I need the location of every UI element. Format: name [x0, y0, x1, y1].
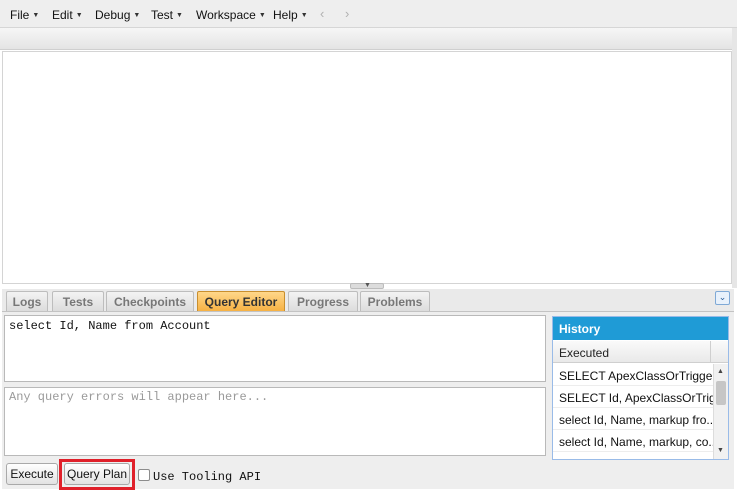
caret-down-icon: ▼ [32, 11, 40, 19]
toolbar [0, 28, 737, 50]
editor-workspace[interactable] [2, 51, 732, 284]
history-row[interactable]: select Id from ApexLog... [553, 452, 713, 459]
tab-checkpoints[interactable]: Checkpoints [106, 291, 194, 311]
tooling-api-checkbox[interactable] [138, 469, 150, 481]
collapse-panel-icon[interactable]: ⌄ [715, 291, 730, 305]
menu-debug[interactable]: Debug ▼ [95, 7, 140, 23]
query-input[interactable]: select Id, Name from Account [4, 315, 546, 382]
column-separator [710, 341, 711, 363]
query-plan-highlight [59, 459, 135, 490]
scroll-up-icon[interactable]: ▲ [717, 368, 724, 375]
history-column-header[interactable]: Executed [553, 341, 728, 363]
tab-query-editor[interactable]: Query Editor [197, 291, 285, 311]
caret-down-icon: ▼ [258, 11, 266, 19]
window-scroll-strip [732, 28, 737, 288]
menu-test[interactable]: Test ▼ [151, 7, 183, 23]
scroll-down-icon[interactable]: ▼ [717, 447, 724, 454]
caret-down-icon: ▼ [75, 11, 83, 19]
history-row[interactable]: select Id, Name, markup, co... [553, 430, 713, 452]
scrollbar-thumb[interactable] [716, 381, 726, 405]
splitter-grip-icon: ▼ [364, 282, 371, 289]
menu-label: Debug [95, 8, 131, 22]
tooling-api-label[interactable]: Use Tooling API [153, 470, 261, 484]
menu-label: Test [151, 8, 174, 22]
execute-button[interactable]: Execute [6, 463, 58, 485]
query-errors-box: Any query errors will appear here... [4, 387, 546, 456]
history-scrollbar[interactable]: ▲ ▼ [713, 364, 728, 459]
history-row[interactable]: SELECT ApexClassOrTrigger... [553, 364, 713, 386]
history-row[interactable]: SELECT Id, ApexClassOrTrig... [553, 386, 713, 408]
caret-down-icon: ▼ [300, 11, 308, 19]
executed-column-label: Executed [559, 346, 610, 360]
history-panel: History Executed SELECT ApexClassOrTrigg… [552, 316, 729, 460]
menu-edit[interactable]: Edit ▼ [52, 7, 83, 23]
tab-problems[interactable]: Problems [360, 291, 430, 311]
menu-workspace[interactable]: Workspace ▼ [196, 7, 266, 23]
menu-label: Workspace [196, 8, 256, 22]
menu-file[interactable]: File ▼ [10, 7, 39, 23]
menu-help[interactable]: Help ▼ [273, 7, 308, 23]
menu-bar: File ▼ Edit ▼ Debug ▼ Test ▼ Workspace ▼ Help… [0, 0, 737, 28]
menu-label: File [10, 8, 30, 22]
caret-down-icon: ▼ [176, 11, 183, 19]
back-arrow-icon[interactable]: ‹ [320, 6, 324, 21]
menu-label: Help [273, 8, 298, 22]
menu-label: Edit [52, 8, 73, 22]
tab-logs[interactable]: Logs [6, 291, 48, 311]
forward-arrow-icon[interactable]: › [345, 6, 349, 21]
history-row[interactable]: select Id, Name, markup fro... [553, 408, 713, 430]
history-title: History [553, 317, 728, 340]
bottom-tab-bar: Logs Tests Checkpoints Query Editor Prog… [2, 289, 734, 312]
tab-tests[interactable]: Tests [52, 291, 104, 311]
caret-down-icon: ▼ [133, 11, 141, 19]
tab-progress[interactable]: Progress [288, 291, 358, 311]
